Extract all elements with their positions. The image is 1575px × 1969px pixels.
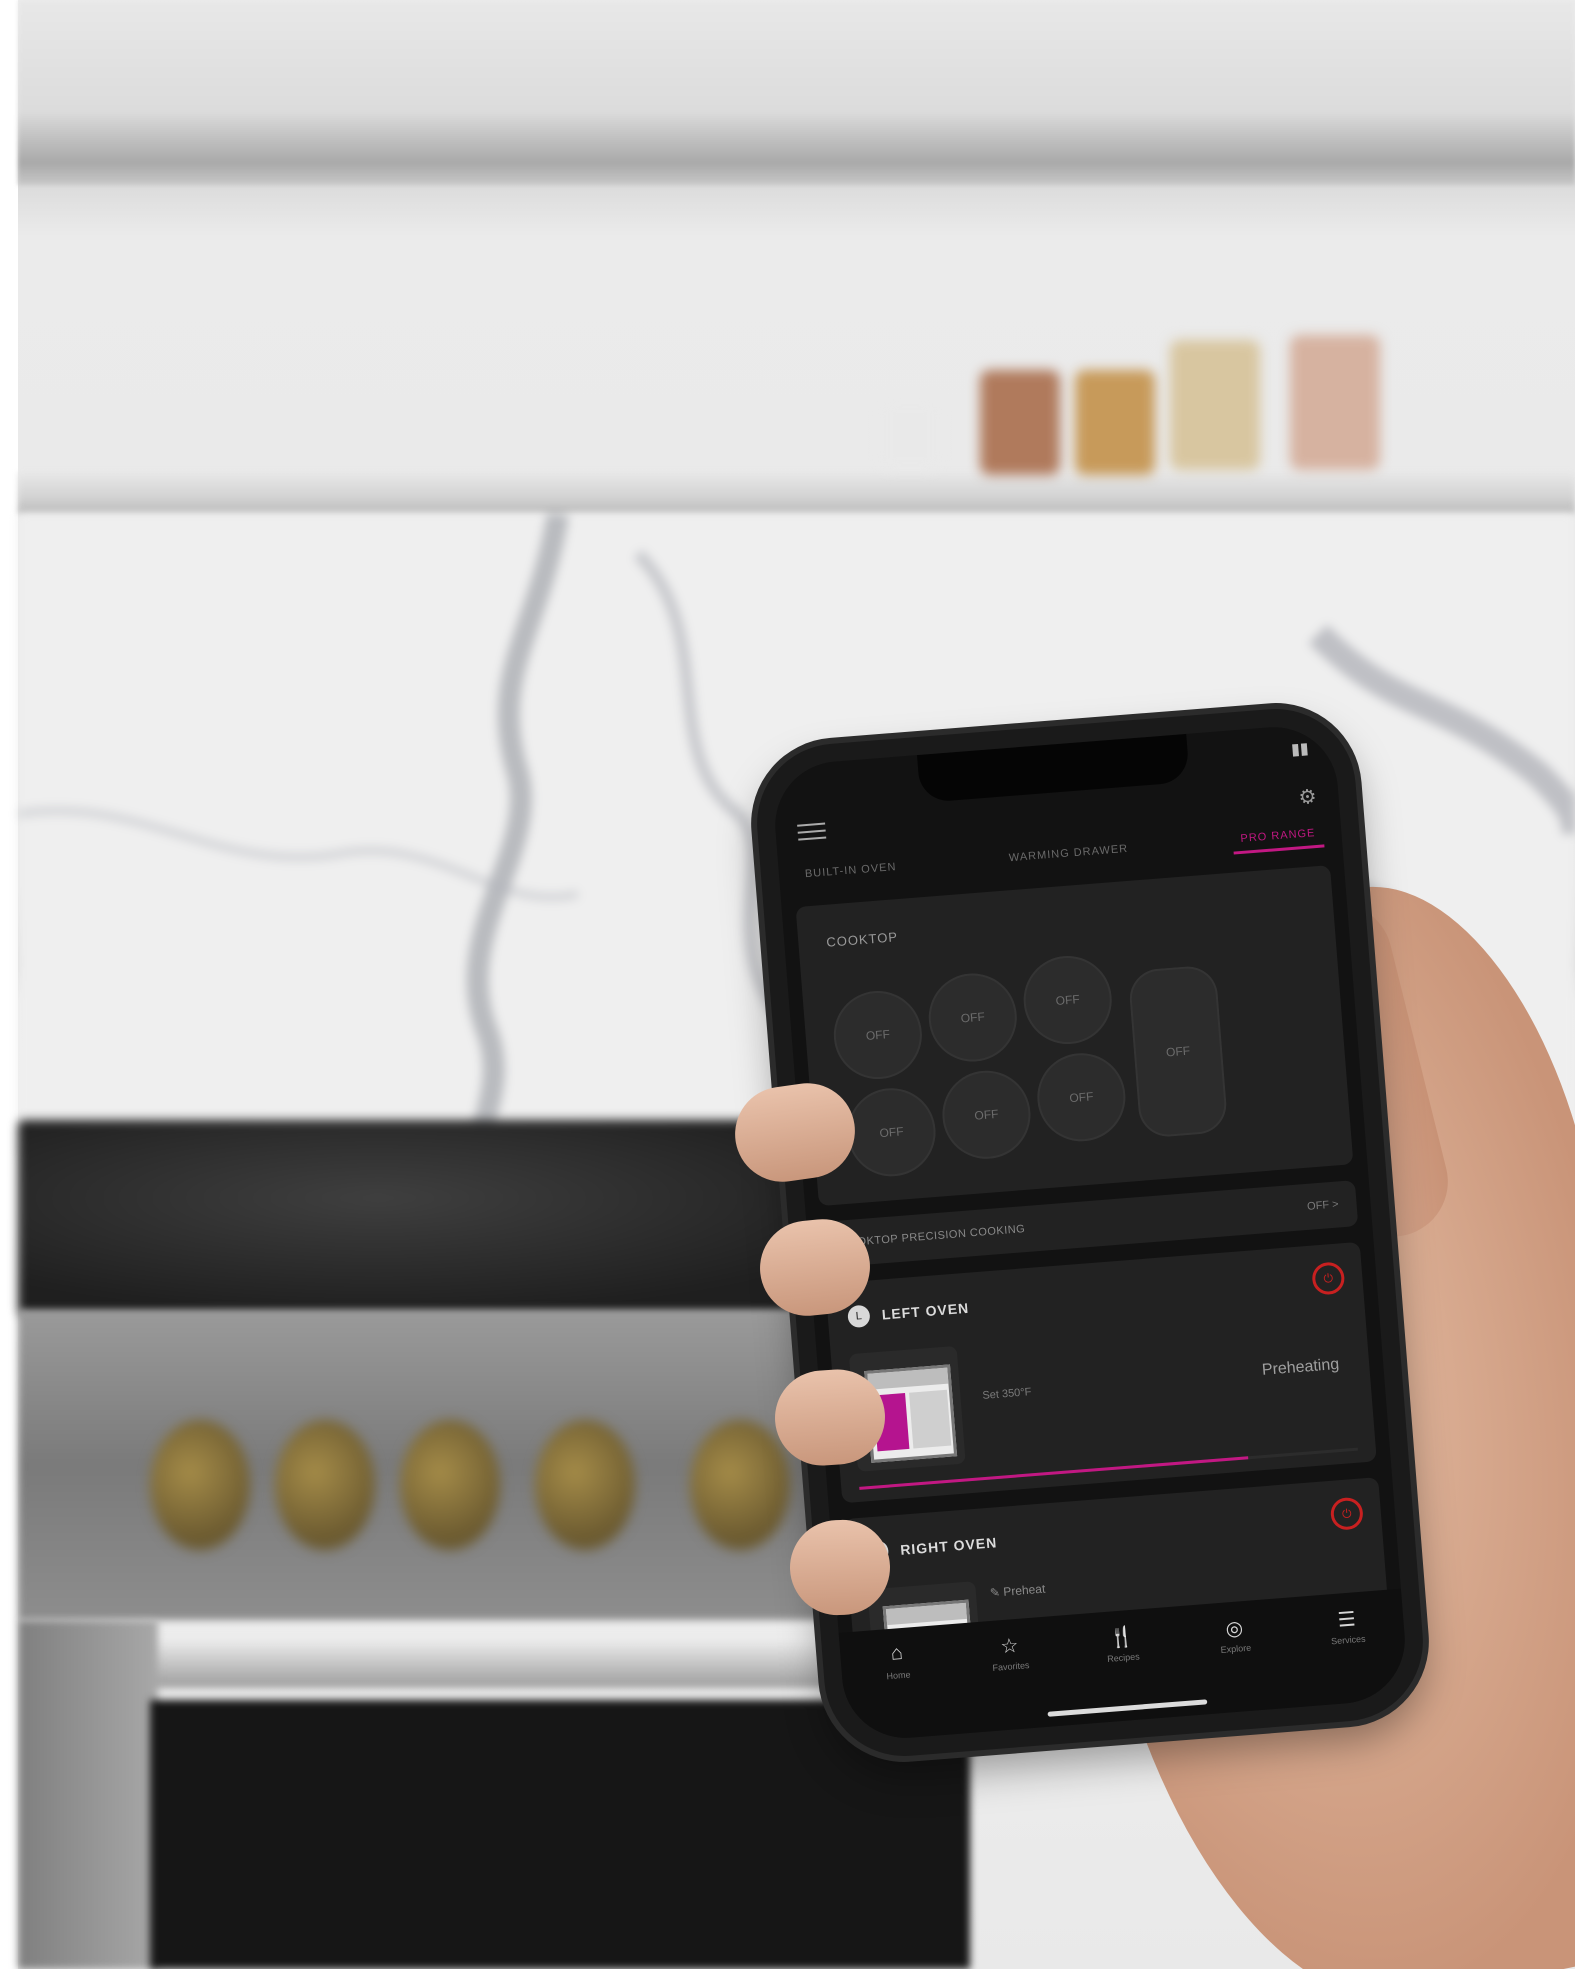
nav-label: Recipes (1106, 1651, 1141, 1664)
edit-icon[interactable]: ✎ Preheat (989, 1582, 1045, 1600)
battery-icon: ▮▮ (1290, 740, 1310, 759)
right-oven-setting: Preheat (1002, 1581, 1046, 1599)
nav-explore[interactable]: ◎ Explore (1188, 1612, 1281, 1657)
left-oven-setting: Set 350°F (982, 1386, 1032, 1402)
kitchen-scene: ▮▮ ⚙ BUILT-IN OVEN WARMING DRAWER PRO RA… (0, 0, 1575, 1969)
burner-5[interactable]: OFF (939, 1067, 1034, 1163)
burner-6[interactable]: OFF (1034, 1049, 1129, 1145)
left-oven-card[interactable]: L LEFT OVEN ⏻ Set 350°F Preheating (825, 1241, 1377, 1504)
range-knob (535, 1420, 635, 1550)
range-knob (400, 1420, 500, 1550)
range-side (18, 1620, 158, 1969)
nav-favorites[interactable]: ☆ Favorites (964, 1630, 1057, 1675)
tab-pro-range[interactable]: PRO RANGE (1231, 819, 1325, 855)
nav-home[interactable]: ⌂ Home (851, 1639, 944, 1684)
power-icon[interactable]: ⏻ (1311, 1261, 1346, 1296)
nav-label: Services (1330, 1633, 1366, 1647)
burner-4[interactable]: OFF (844, 1084, 939, 1180)
home-icon: ⌂ (889, 1642, 904, 1665)
explore-icon: ◎ (1224, 1617, 1244, 1641)
spice-jar (880, 400, 940, 470)
favorites-icon: ☆ (999, 1634, 1020, 1659)
wall-shelf (18, 472, 1575, 514)
range-knob (690, 1420, 790, 1550)
burner-3[interactable]: OFF (1020, 952, 1116, 1048)
tab-built-in-oven[interactable]: BUILT-IN OVEN (796, 854, 905, 886)
power-icon[interactable]: ⏻ (1329, 1496, 1365, 1531)
range-hood (18, 0, 1575, 185)
nav-label: Explore (1220, 1642, 1252, 1656)
spice-jar (1290, 335, 1380, 470)
spice-jar (1170, 340, 1260, 470)
range-knob (150, 1420, 250, 1550)
nav-label: Home (886, 1669, 911, 1682)
burner-2[interactable]: OFF (925, 970, 1021, 1065)
phone-notch (917, 733, 1190, 803)
oven-handle (80, 1640, 910, 1688)
spice-jar (980, 370, 1060, 475)
precision-cooking-value: OFF > (1306, 1198, 1340, 1213)
cooktop-card: COOKTOP OFF OFF OFF OFF OFF OFF OFF (795, 865, 1354, 1207)
menu-icon[interactable] (797, 822, 827, 843)
range-knob (275, 1420, 375, 1550)
nav-label: Favorites (992, 1660, 1030, 1673)
burner-1[interactable]: OFF (830, 987, 926, 1083)
right-oven-title: RIGHT OVEN (899, 1534, 998, 1558)
services-icon: ☰ (1336, 1608, 1357, 1632)
white-border (0, 0, 18, 1969)
left-oven-badge: L (847, 1304, 871, 1329)
griddle-zone[interactable]: OFF (1127, 964, 1229, 1139)
left-oven-title: LEFT OVEN (881, 1299, 970, 1323)
precision-cooking-label: COOKTOP PRECISION COOKING (839, 1223, 1026, 1250)
settings-icon[interactable]: ⚙ (1298, 784, 1318, 810)
left-oven-mode: Preheating (1261, 1355, 1340, 1379)
spice-jar (1075, 370, 1155, 475)
cooktop-title: COOKTOP (825, 929, 899, 950)
recipes-icon: 🍴 (1108, 1625, 1136, 1650)
tab-warming-drawer[interactable]: WARMING DRAWER (1000, 836, 1137, 871)
nav-services[interactable]: ☰ Services (1301, 1604, 1394, 1649)
nav-recipes[interactable]: 🍴 Recipes (1076, 1621, 1169, 1666)
